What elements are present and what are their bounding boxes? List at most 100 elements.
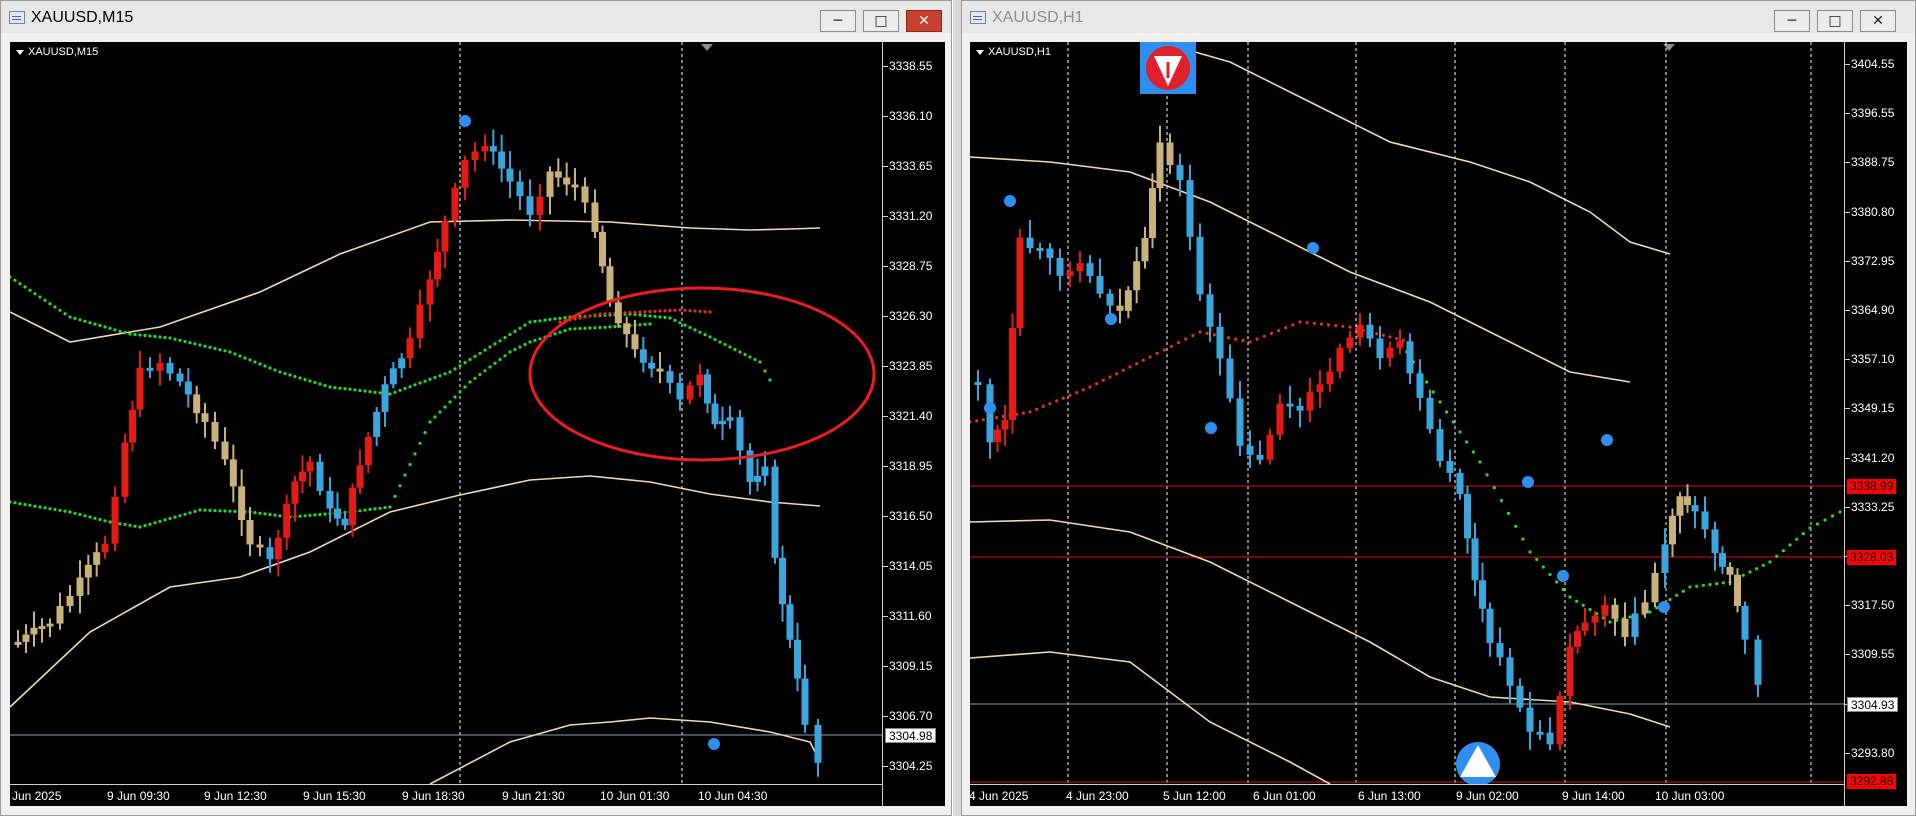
- trailing-stop-dot: [33, 504, 37, 508]
- candle-body: [1669, 515, 1676, 545]
- window-titlebar[interactable]: XAUUSD,M15 ─ □ ✕: [1, 1, 951, 33]
- trailing-stop-dot: [113, 328, 117, 332]
- trailing-stop-dot: [678, 321, 682, 325]
- candle-body: [1166, 142, 1174, 166]
- trailing-stop-dot: [143, 524, 147, 528]
- level-price-label: 3292.88: [1847, 774, 1897, 789]
- candle-body: [1446, 461, 1454, 473]
- chart-window-h1[interactable]: XAUUSD,H1 ─ □ ✕ XAUUSD,H1 3404.55 3396.55…: [961, 0, 1916, 816]
- trailing-stop-dot: [58, 308, 62, 312]
- time-tick-label: 5 Jun 12:00: [1163, 789, 1226, 803]
- candle-body: [623, 323, 631, 335]
- candle-body: [461, 160, 469, 188]
- trailing-stop-dot: [568, 327, 572, 331]
- price-tick-label: 3309.55: [1851, 647, 1895, 662]
- candlestick-plot[interactable]: [970, 42, 1844, 784]
- maximize-button[interactable]: □: [863, 10, 899, 32]
- trailing-stop-dot: [693, 328, 697, 332]
- price-chart-area[interactable]: XAUUSD,M15 3338.55 3336.10 3333.65 3331.20 3…: [10, 42, 945, 806]
- trailing-stop-dot: [193, 509, 197, 513]
- price-axis-tick: [883, 116, 888, 117]
- close-button[interactable]: ✕: [1860, 10, 1896, 32]
- trailing-stop-dot: [1375, 332, 1379, 336]
- trailing-stop-dot: [508, 332, 512, 337]
- candle-body: [1133, 261, 1141, 291]
- price-axis[interactable]: 3338.55 3336.10 3333.65 3331.20 3328.75 3326.…: [882, 42, 945, 806]
- trailing-stop-dot: [288, 373, 292, 377]
- maximize-button[interactable]: □: [1817, 10, 1853, 32]
- trailing-stop-dot: [643, 310, 647, 314]
- price-axis-tick: [883, 616, 888, 617]
- trailing-stop-dot: [1548, 572, 1552, 577]
- candle-body: [1651, 572, 1659, 603]
- trailing-stop-dot: [198, 343, 202, 347]
- trailing-stop-dot: [438, 410, 442, 414]
- trailing-stop-dot: [648, 314, 652, 318]
- trailing-stop-dot: [1838, 510, 1842, 514]
- minimize-button[interactable]: ─: [820, 10, 856, 32]
- candle-body: [1711, 529, 1719, 554]
- price-axis-tick: [1845, 310, 1850, 311]
- time-tick-label: 9 Jun 2025: [10, 789, 62, 803]
- trailing-stop-dot: [88, 515, 92, 519]
- candle-body: [1464, 494, 1471, 539]
- trailing-stop-dot: [1568, 595, 1572, 599]
- trailing-stop-dot: [1088, 385, 1092, 389]
- maximize-icon: □: [874, 13, 888, 29]
- candle-body: [1046, 248, 1054, 259]
- price-axis-tick: [883, 216, 888, 217]
- trailing-stop-dot: [353, 388, 357, 392]
- price-axis-tick: [1845, 113, 1850, 115]
- trailing-stop-dot: [338, 386, 342, 390]
- trailing-stop-dot: [473, 354, 477, 358]
- candle-body: [686, 385, 694, 400]
- time-tick-label: 9 Jun 02:00: [1456, 789, 1519, 803]
- price-axis-tick: [883, 266, 888, 267]
- trailing-stop-dot: [608, 325, 612, 329]
- candle-body: [1754, 639, 1762, 685]
- trailing-stop-dot: [498, 357, 502, 362]
- time-tick-label: 9 Jun 18:30: [402, 789, 465, 803]
- minimize-button[interactable]: ─: [1774, 10, 1810, 32]
- trailing-stop-dot: [728, 345, 732, 349]
- price-tick-label: 3333.65: [889, 159, 933, 173]
- trailing-stop-dot: [1262, 334, 1266, 338]
- chart-window-m15[interactable]: XAUUSD,M15 ─ □ ✕ XAUUSD,M15 3338.55 3336.…: [0, 0, 952, 816]
- trailing-stop-dot: [678, 308, 682, 312]
- price-chart-area[interactable]: XAUUSD,H1 3404.55 3396.55 3388.75 3380.80 33…: [970, 42, 1907, 806]
- time-axis[interactable]: 4 Jun 2025 4 Jun 23:00 5 Jun 12:00 6 Jun 01…: [970, 784, 1844, 806]
- candle-body: [1176, 165, 1184, 181]
- candle-body: [184, 381, 192, 395]
- close-button[interactable]: ✕: [906, 10, 942, 32]
- price-tick-label: 3331.20: [889, 209, 933, 223]
- candle-body: [779, 557, 786, 605]
- time-tick-label: 4 Jun 2025: [970, 789, 1029, 803]
- candle-body: [1581, 622, 1589, 631]
- trailing-stop-dot: [593, 313, 597, 317]
- trailing-stop-dot: [758, 360, 762, 364]
- trailing-stop-dot: [698, 309, 702, 313]
- candle-body: [1676, 496, 1684, 516]
- price-tick-label: 3326.30: [889, 309, 933, 323]
- candlestick-plot[interactable]: [10, 42, 882, 784]
- signal-dot: [1522, 476, 1534, 488]
- trailing-stop-dot: [368, 390, 372, 394]
- candle-body: [1141, 238, 1149, 262]
- trailing-stop-dot: [158, 519, 162, 523]
- trailing-stop-dot: [48, 302, 52, 306]
- candle-body: [1116, 305, 1124, 311]
- trailing-stop-dot: [423, 379, 427, 383]
- window-titlebar[interactable]: XAUUSD,H1 ─ □ ✕: [962, 1, 1915, 33]
- trailing-stop-dot: [653, 314, 657, 319]
- trailing-stop-dot: [228, 509, 232, 513]
- time-tick-label: 10 Jun 03:00: [1655, 789, 1725, 803]
- time-axis[interactable]: 9 Jun 2025 9 Jun 09:30 9 Jun 12:30 9 Jun 15…: [10, 784, 882, 806]
- trailing-stop-dot: [478, 372, 482, 377]
- trailing-stop-dot: [363, 508, 367, 512]
- trailing-stop-dot: [293, 374, 297, 379]
- price-axis-tick: [883, 366, 888, 367]
- trailing-stop-dot: [1708, 582, 1712, 587]
- candle-body: [1156, 142, 1164, 189]
- trailing-stop-dot: [163, 335, 167, 340]
- price-axis[interactable]: 3404.55 3396.55 3388.75 3380.80 3372.95 3364.…: [1844, 42, 1907, 806]
